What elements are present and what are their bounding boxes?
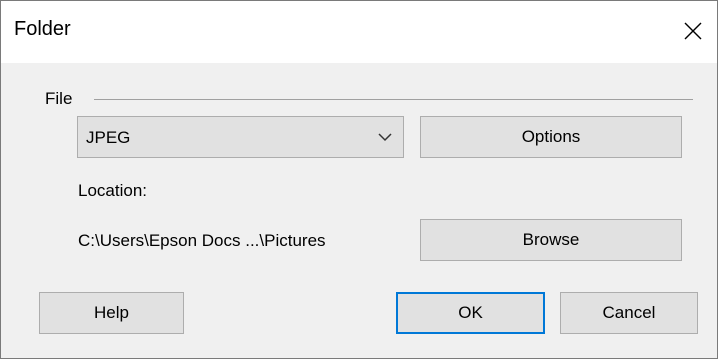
file-format-value: JPEG [86, 128, 131, 147]
title-bar: Folder [1, 1, 717, 63]
file-format-select[interactable]: JPEG [77, 116, 404, 158]
file-group-label: File [45, 89, 73, 108]
location-label: Location: [78, 181, 147, 200]
close-icon [684, 22, 702, 40]
close-button[interactable] [673, 11, 713, 51]
dialog-title: Folder [14, 18, 71, 40]
options-button[interactable]: Options [420, 116, 682, 158]
location-path: C:\Users\Epson Docs ...\Pictures [78, 231, 326, 250]
ok-button[interactable]: OK [396, 292, 545, 334]
cancel-button[interactable]: Cancel [560, 292, 698, 334]
chevron-down-icon [378, 133, 392, 142]
file-group-divider [94, 99, 693, 100]
folder-dialog: Folder File JPEG Options Location: C:\Us… [0, 0, 718, 359]
browse-button[interactable]: Browse [420, 219, 682, 261]
help-button[interactable]: Help [39, 292, 184, 334]
